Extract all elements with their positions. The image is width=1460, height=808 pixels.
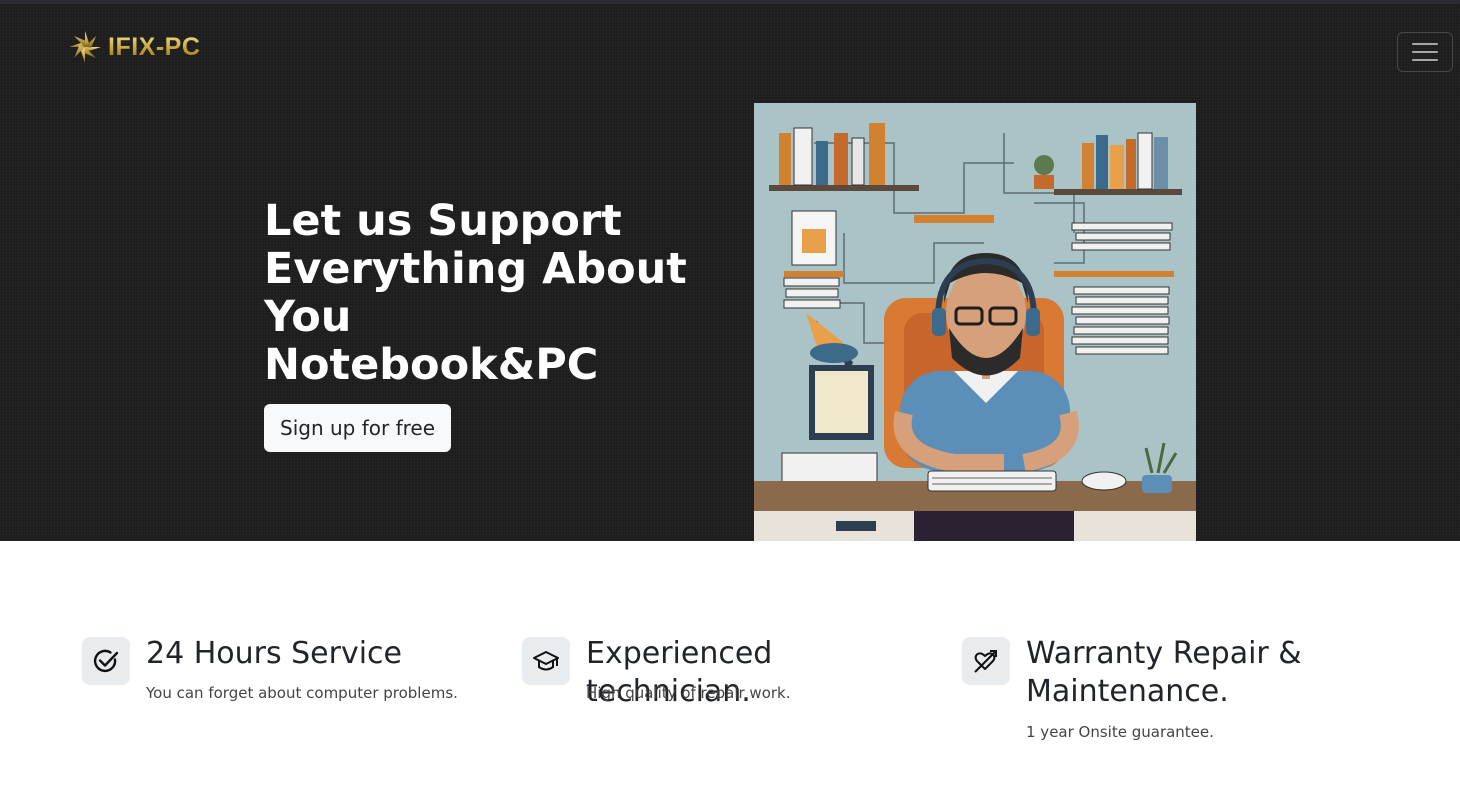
hamburger-menu-icon bbox=[1412, 51, 1438, 53]
feature-description: High quality of repair work. bbox=[586, 684, 791, 702]
menu-toggle-button[interactable] bbox=[1397, 32, 1453, 72]
navbar-brand[interactable]: IFIX-PC bbox=[68, 30, 200, 64]
features-section: 24 Hours Service You can forget about co… bbox=[0, 541, 1460, 808]
feature-description: 1 year Onsite guarantee. bbox=[1026, 723, 1214, 741]
hero-headline-line: Notebook&PC bbox=[264, 340, 599, 390]
feature-title: 24 Hours Service bbox=[146, 636, 403, 671]
heart-arrow-icon bbox=[974, 650, 997, 673]
hero-headline-line: You bbox=[264, 292, 352, 342]
feature-title: Warranty Repair & Maintenance. bbox=[1026, 636, 1302, 709]
feature-icon-box bbox=[82, 637, 130, 685]
feature-icon-box bbox=[962, 637, 1010, 685]
hero-section: IFIX-PC Let us Support Everything About … bbox=[0, 0, 1460, 545]
hamburger-menu-icon bbox=[1412, 59, 1438, 61]
technician-illustration bbox=[754, 103, 1196, 545]
check-circle-icon bbox=[93, 649, 119, 673]
feature-icon-box bbox=[522, 637, 570, 685]
hero-illustration bbox=[754, 103, 1196, 545]
hero-headline-line: Let us Support bbox=[264, 196, 622, 246]
gold-star-logo-icon bbox=[69, 31, 101, 63]
sign-up-button[interactable]: Sign up for free bbox=[264, 404, 451, 452]
hero-headline: Let us Support Everything About You Note… bbox=[264, 197, 704, 389]
feature-description: You can forget about computer problems. bbox=[146, 684, 458, 702]
brand-name: IFIX-PC bbox=[108, 32, 201, 61]
graduation-cap-icon bbox=[533, 651, 559, 671]
hamburger-menu-icon bbox=[1412, 43, 1438, 45]
hero-headline-line: Everything About bbox=[264, 244, 687, 294]
